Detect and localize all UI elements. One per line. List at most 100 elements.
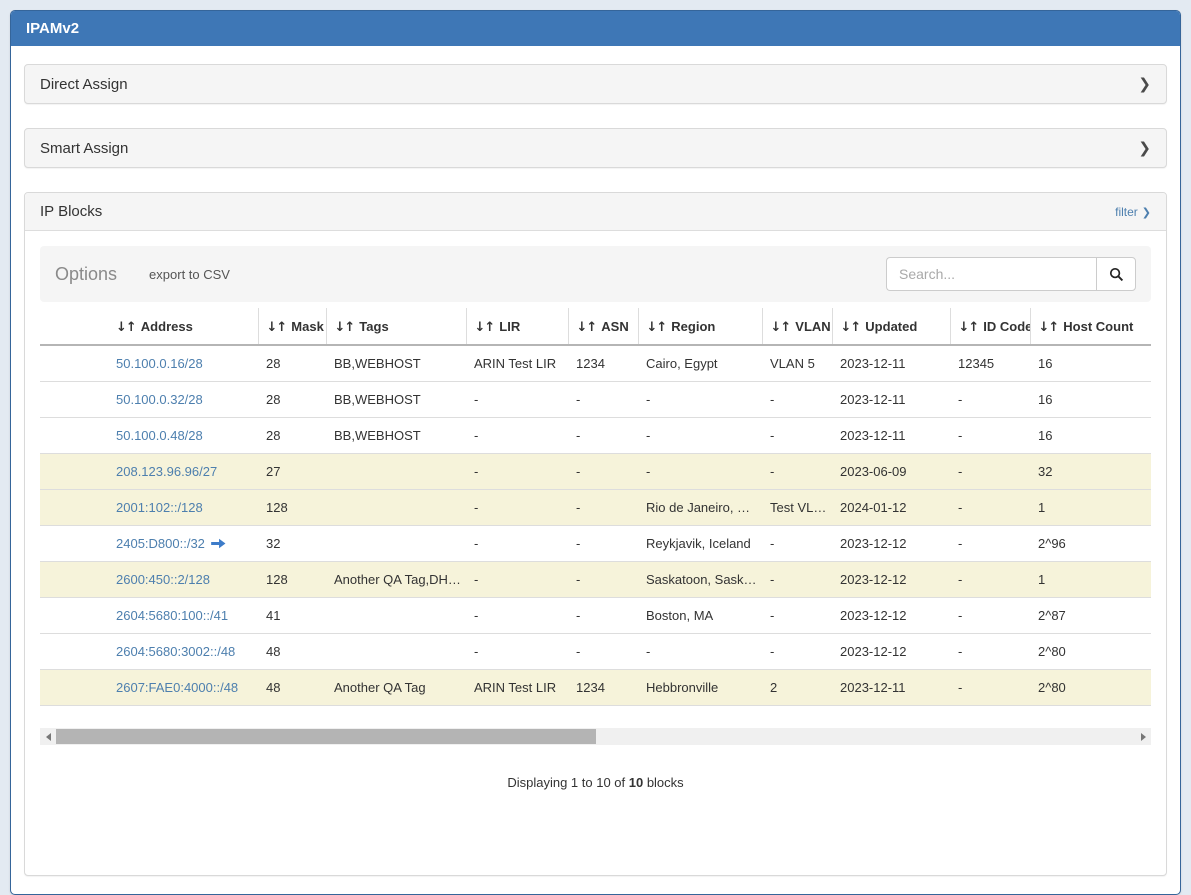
cell: 2023-12-12 [832,634,950,670]
address-link[interactable]: 2600:450::2/128 [116,572,210,587]
cell-blank [40,562,108,598]
cell: Test VL… [762,490,832,526]
column-header[interactable]: ↓↑Tags [326,308,466,345]
scroll-track[interactable] [56,728,1135,745]
cell: 2023-06-09 [832,454,950,490]
search-group [886,257,1136,291]
cell: Hebbronville [638,670,762,706]
cell-address: 208.123.96.96/27 [108,454,258,490]
cell: - [762,382,832,418]
cell: 2024-01-12 [832,490,950,526]
horizontal-scrollbar[interactable] [40,728,1151,745]
search-input[interactable] [886,257,1096,291]
cell: 12345 [950,345,1030,382]
smart-assign-header[interactable]: Smart Assign ❯ [25,129,1166,167]
filter-link[interactable]: filter❯ [1115,205,1151,219]
table-row: 2604:5680:100::/41 41 - - Boston, MA - 2… [40,598,1151,634]
cell: - [950,490,1030,526]
export-csv-link[interactable]: export to CSV [149,267,230,282]
cell: 41 [258,598,326,634]
cell: - [950,526,1030,562]
cell-blank [40,526,108,562]
table-row: 50.100.0.48/28 28 BB,WEBHOST - - - - 202… [40,418,1151,454]
cell: 2023-12-11 [832,382,950,418]
address-link[interactable]: 2604:5680:3002::/48 [116,644,235,659]
cell: Another QA Tag [326,670,466,706]
cell: - [568,598,638,634]
table-row: 2600:450::2/128 128 Another QA Tag,DH… -… [40,562,1151,598]
cell: - [950,670,1030,706]
column-label: Region [671,319,715,334]
cell-address: 2604:5680:100::/41 [108,598,258,634]
cell: Reykjavik, Iceland [638,526,762,562]
address-link[interactable]: 2405:D800::/32 [116,536,205,551]
column-header[interactable]: ↓↑ LIR [466,308,568,345]
cell: 128 [258,562,326,598]
cell: - [568,382,638,418]
address-link[interactable]: 50.100.0.16/28 [116,356,203,371]
address-link[interactable]: 50.100.0.48/28 [116,428,203,443]
cell: 16 [1030,382,1151,418]
cell: - [762,418,832,454]
direct-assign-header[interactable]: Direct Assign ❯ [25,65,1166,103]
column-header[interactable]: ↓↑ID Code [950,308,1030,345]
cell-address: 50.100.0.48/28 [108,418,258,454]
cell: 2023-12-12 [832,562,950,598]
column-header[interactable]: ↓↑VLAN [762,308,832,345]
cell [326,634,466,670]
cell-address: 2600:450::2/128 [108,562,258,598]
scroll-thumb[interactable] [56,729,596,744]
sort-icon: ↓↑ [577,320,597,335]
table-row: 50.100.0.32/28 28 BB,WEBHOST - - - - 202… [40,382,1151,418]
ip-blocks-header: IP Blocks filter❯ [25,193,1166,231]
column-header[interactable]: ↓↑Host Count [1030,308,1151,345]
address-link[interactable]: 208.123.96.96/27 [116,464,217,479]
scroll-right-button[interactable] [1135,728,1151,745]
cell: BB,WEBHOST [326,345,466,382]
cell: 2^87 [1030,598,1151,634]
cell: VLAN 5 [762,345,832,382]
search-button[interactable] [1096,257,1136,291]
ip-blocks-table: ↓↑Address↓↑Mask↓↑Tags↓↑LIR↓↑ASN↓↑Region↓… [40,308,1151,706]
table-header-row: ↓↑Address↓↑Mask↓↑Tags↓↑LIR↓↑ASN↓↑Region↓… [40,308,1151,345]
address-link[interactable]: 50.100.0.32/28 [116,392,203,407]
address-link[interactable]: 2604:5680:100::/41 [116,608,228,623]
address-link[interactable]: 2001:102::/128 [116,500,203,515]
cell: 2^80 [1030,670,1151,706]
table-row: 208.123.96.96/27 27 - - - - 2023-06-09 -… [40,454,1151,490]
cell: - [950,454,1030,490]
cell-blank [40,490,108,526]
column-header[interactable]: ↓↑Address [108,308,258,345]
cell: - [950,634,1030,670]
cell: 1 [1030,562,1151,598]
column-header[interactable]: ↓↑ASN [568,308,638,345]
main-content: Direct Assign ❯ Smart Assign ❯ IP Blocks… [11,46,1180,894]
cell: 2^80 [1030,634,1151,670]
cell: 28 [258,345,326,382]
arrow-right-icon[interactable] [211,538,226,549]
cell-blank [40,418,108,454]
column-header[interactable]: ↓↑Updated [832,308,950,345]
table-row: 2405:D800::/32 32 - - Reykjavik, Iceland… [40,526,1151,562]
column-header-blank [40,308,108,345]
cell: 128 [258,490,326,526]
scroll-right-icon [1141,733,1146,741]
cell: 16 [1030,418,1151,454]
direct-assign-title: Direct Assign [40,76,128,93]
cell-blank [40,345,108,382]
sort-icon: ↓↑ [475,320,495,335]
column-label: LIR [499,319,520,334]
cell-blank [40,670,108,706]
pagination-suffix: blocks [643,775,683,790]
sort-icon: ↓↑ [335,320,355,335]
scroll-left-button[interactable] [40,728,56,745]
address-link[interactable]: 2607:FAE0:4000::/48 [116,680,238,695]
cell: - [762,526,832,562]
column-header[interactable]: ↓↑Region [638,308,762,345]
column-header[interactable]: ↓↑Mask [258,308,326,345]
search-icon [1109,267,1124,282]
column-label: Host Count [1063,319,1133,334]
app-title: IPAMv2 [26,20,79,37]
cell: Cairo, Egypt [638,345,762,382]
sort-icon: ↓↑ [841,320,861,335]
